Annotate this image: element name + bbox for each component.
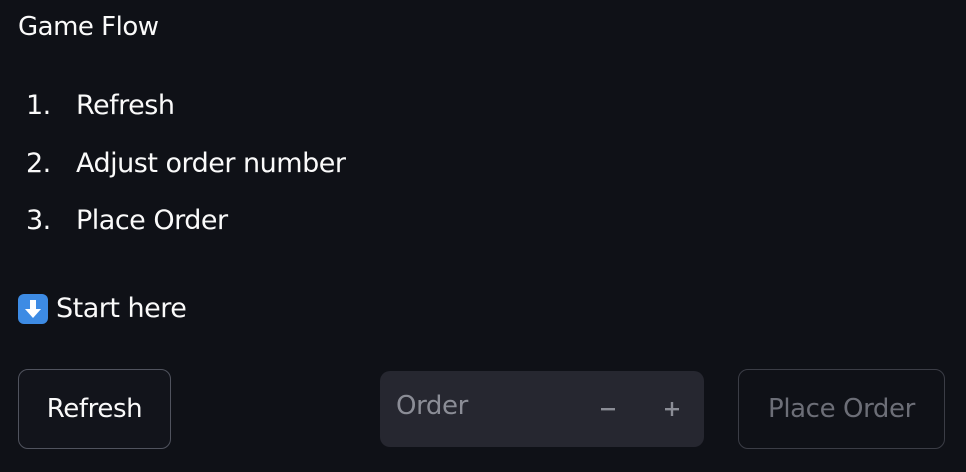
step-label: Refresh [76, 90, 175, 121]
step-number: 3. [26, 205, 51, 236]
order-number-input[interactable]: Order [380, 371, 704, 447]
decrement-button[interactable] [592, 393, 624, 425]
start-here-text: Start here [18, 293, 187, 324]
step-label: Adjust order number [76, 148, 346, 179]
step-label: Place Order [76, 205, 228, 236]
place-order-button[interactable]: Place Order [738, 369, 945, 449]
step-number: 1. [26, 90, 51, 121]
increment-button[interactable] [656, 393, 688, 425]
order-input-placeholder: Order [396, 391, 468, 421]
step-number: 2. [26, 148, 51, 179]
minus-icon [601, 408, 615, 411]
start-here-label: Start here [56, 293, 187, 324]
app-page: Game Flow 1. Refresh 2. Adjust order num… [0, 0, 966, 472]
down-arrow-icon [18, 293, 48, 324]
refresh-button[interactable]: Refresh [18, 369, 171, 449]
plus-icon [665, 402, 679, 416]
page-title: Game Flow [18, 12, 159, 42]
